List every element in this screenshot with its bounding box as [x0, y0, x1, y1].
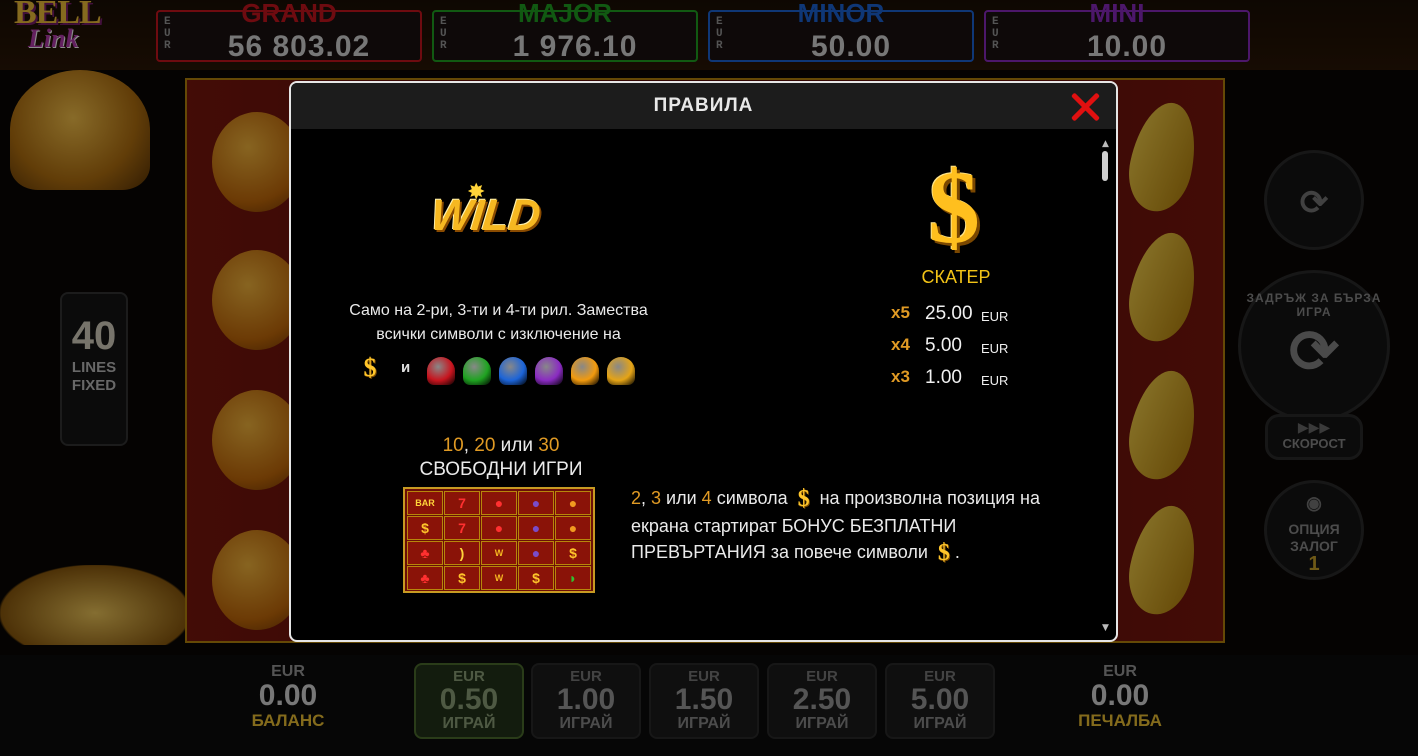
scatter-inline-icon: $: [797, 486, 810, 512]
scroll-up-icon[interactable]: ▲: [1102, 139, 1109, 149]
bell-grand-icon: [427, 357, 455, 385]
wild-symbol-icon: ✸ WILD: [428, 179, 543, 240]
scrollbar[interactable]: ▲ ▼: [1099, 139, 1113, 633]
bonus-description: 2, 3 или 4 символа $ на произволна позиц…: [631, 486, 1040, 566]
free-games-count: 10, 20 или 30: [442, 435, 560, 456]
scatter-pay-row: x3 1.00 EUR: [891, 367, 1009, 388]
close-icon[interactable]: [1069, 91, 1101, 123]
wild-exceptions: $ и: [357, 353, 657, 387]
and-text: и: [401, 359, 411, 376]
bell-mini-icon: [535, 357, 563, 385]
scatter-inline-icon: $: [937, 540, 950, 566]
wild-description-line1: Само на 2-ри, 3-ти и 4-ти рил. Замества: [349, 302, 648, 319]
scatter-pay-row: x4 5.00 EUR: [891, 335, 1009, 356]
scatter-pay-row: x5 25.00 EUR: [891, 303, 1009, 324]
rules-dialog-header: ПРАВИЛА: [291, 83, 1116, 129]
bell-major-icon: [463, 357, 491, 385]
scatter-dollar-icon: $: [928, 150, 980, 265]
free-games-title: СВОБОДНИ ИГРИ: [419, 459, 583, 480]
scroll-down-icon[interactable]: ▼: [1102, 623, 1109, 633]
bell-respins-icon: [607, 357, 635, 385]
bell-minor-icon: [499, 357, 527, 385]
scatter-label: СКАТЕР: [921, 267, 991, 287]
wild-description-line2: всички символи с изключение на: [376, 326, 621, 343]
scrollbar-thumb[interactable]: [1102, 151, 1108, 181]
scatter-mini-icon: $: [363, 353, 377, 382]
rules-title: ПРАВИЛА: [653, 95, 754, 116]
free-games-reels-preview: BAR 7 ● ● ● $7 ● ● ● ♣) W ● $ ♣ $ W $ ◗: [403, 487, 595, 593]
bell-bonus-icon: [571, 357, 599, 385]
rules-dialog: ПРАВИЛА ▲ ▼ ✸ WILD Само на 2-ри, 3-ти и …: [289, 81, 1118, 642]
